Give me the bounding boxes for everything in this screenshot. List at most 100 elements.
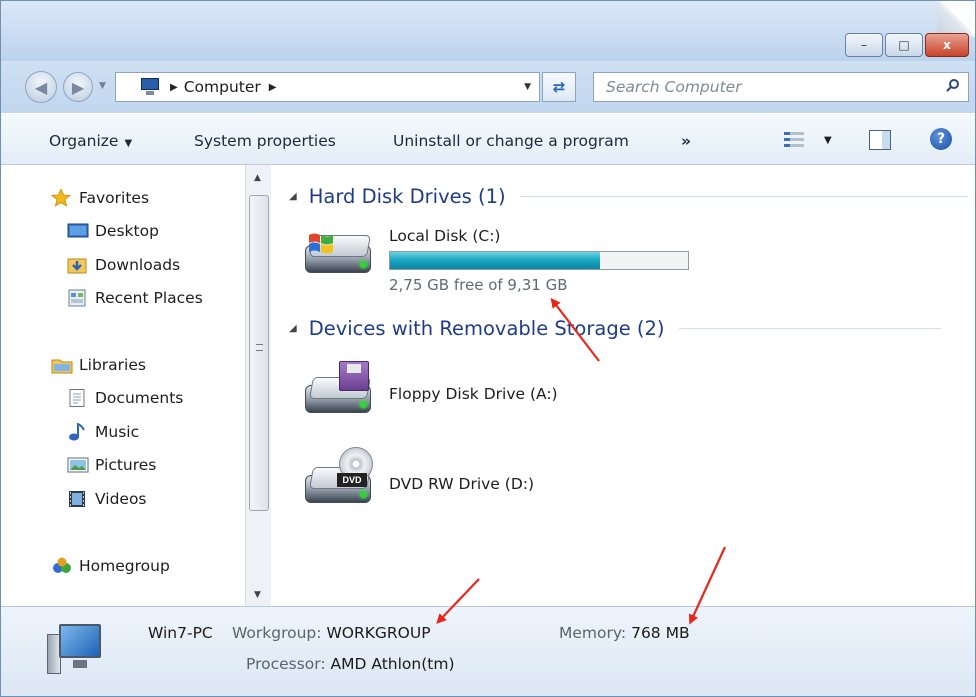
navigation-scrollbar[interactable]: ▲ ▼ xyxy=(245,165,271,606)
breadcrumb-separator-icon[interactable]: ▶ xyxy=(170,82,178,93)
libraries-icon xyxy=(51,356,73,374)
chevron-down-icon: ▼ xyxy=(124,138,133,149)
group-divider xyxy=(519,196,968,197)
drive-usage-fill xyxy=(390,252,601,269)
drive-name: DVD RW Drive (D:) xyxy=(389,475,535,493)
videos-icon xyxy=(67,490,87,508)
sidebar-item-desktop[interactable]: Desktop xyxy=(67,222,159,240)
organize-label: Organize xyxy=(49,132,119,150)
refresh-icon: ⇄ xyxy=(552,78,566,96)
scrollbar-thumb[interactable] xyxy=(249,195,269,511)
star-icon xyxy=(50,187,72,207)
homegroup-icon xyxy=(51,557,71,575)
sidebar-item-label: Recent Places xyxy=(95,289,203,307)
help-icon[interactable]: ? xyxy=(930,128,952,150)
processor-info: Processor: AMD Athlon(tm) xyxy=(246,655,455,673)
search-icon[interactable] xyxy=(945,79,961,95)
desktop-icon xyxy=(67,222,89,240)
forward-arrow-icon: ▶ xyxy=(71,77,85,97)
downloads-folder-icon xyxy=(67,256,87,274)
forward-button[interactable]: ▶ xyxy=(63,72,93,102)
floppy-drive-icon xyxy=(301,361,379,415)
scroll-down-icon[interactable]: ▼ xyxy=(254,590,261,600)
music-icon xyxy=(67,422,87,441)
drive-free-space: 2,75 GB free of 9,31 GB xyxy=(389,276,568,294)
computer-icon xyxy=(138,78,162,96)
scroll-up-icon[interactable]: ▲ xyxy=(254,173,261,183)
computer-icon xyxy=(47,624,105,678)
sidebar-item-videos[interactable]: Videos xyxy=(67,490,147,508)
sidebar-item-label: Music xyxy=(95,423,140,441)
sidebar-item-homegroup[interactable]: Homegroup xyxy=(51,557,170,575)
documents-icon xyxy=(67,389,87,407)
computer-name: Win7-PC xyxy=(148,624,213,642)
sidebar-item-label: Downloads xyxy=(95,256,181,274)
workgroup-info: Workgroup: WORKGROUP xyxy=(232,624,431,642)
pictures-icon xyxy=(67,456,89,474)
dvd-drive-icon: DVD xyxy=(301,447,379,503)
recent-places-icon xyxy=(67,289,87,307)
hard-disk-icon xyxy=(301,227,379,281)
address-bar[interactable]: ▶ Computer ▶ ▼ xyxy=(115,72,540,102)
content-pane: ◢ Hard Disk Drives (1) Local Disk (C:) 2… xyxy=(271,165,975,606)
title-bar: – □ x xyxy=(1,1,975,61)
group-header-hard-disk-drives[interactable]: ◢ Hard Disk Drives (1) xyxy=(289,185,968,208)
close-button[interactable]: x xyxy=(925,33,969,57)
change-view-icon[interactable] xyxy=(784,132,804,148)
sidebar-item-label: Documents xyxy=(95,389,184,407)
address-dropdown-icon[interactable]: ▼ xyxy=(524,82,531,92)
sidebar-item-music[interactable]: Music xyxy=(67,422,140,441)
system-properties-button[interactable]: System properties xyxy=(194,132,336,150)
back-button[interactable]: ◀ xyxy=(25,71,57,103)
workgroup-value: WORKGROUP xyxy=(326,624,431,642)
drive-usage-bar xyxy=(389,251,689,270)
workgroup-label: Workgroup: xyxy=(232,624,322,642)
memory-value: 768 MB xyxy=(631,624,690,642)
sidebar-item-label: Homegroup xyxy=(79,557,170,575)
command-bar: Organize ▼ System properties Uninstall or… xyxy=(1,113,975,165)
sidebar-item-label: Favorites xyxy=(79,189,150,207)
preview-pane-icon[interactable] xyxy=(869,130,891,150)
sidebar-item-recent-places[interactable]: Recent Places xyxy=(67,289,203,307)
organize-menu[interactable]: Organize ▼ xyxy=(49,132,132,150)
sidebar-item-label: Videos xyxy=(95,490,147,508)
more-commands-button[interactable]: » xyxy=(681,132,691,150)
breadcrumb-separator-icon[interactable]: ▶ xyxy=(269,82,277,93)
page-curl-decoration xyxy=(937,1,975,37)
sidebar-item-downloads[interactable]: Downloads xyxy=(67,256,180,274)
processor-label: Processor: xyxy=(246,655,326,673)
details-pane: Win7-PC Workgroup: WORKGROUP Memory: 768… xyxy=(1,606,975,696)
memory-label: Memory: xyxy=(559,624,627,642)
sidebar-item-libraries[interactable]: Libraries xyxy=(51,356,146,374)
drive-name: Floppy Disk Drive (A:) xyxy=(389,385,558,403)
sidebar-item-pictures[interactable]: Pictures xyxy=(67,456,156,474)
group-divider xyxy=(678,328,941,329)
sidebar-item-favorites[interactable]: Favorites xyxy=(50,187,150,207)
minimize-button[interactable]: – xyxy=(845,33,883,57)
group-title: Devices with Removable Storage (2) xyxy=(308,317,665,340)
back-arrow-icon: ◀ xyxy=(34,77,48,97)
navigation-bar: ◀ ▶ ▼ ▶ Computer ▶ ▼ ⇄ Search Computer xyxy=(1,61,975,113)
sidebar-item-label: Pictures xyxy=(95,456,157,474)
memory-info: Memory: 768 MB xyxy=(559,624,690,642)
windows-logo-icon xyxy=(309,233,333,254)
recent-pages-dropdown-icon[interactable]: ▼ xyxy=(99,81,106,91)
uninstall-program-button[interactable]: Uninstall or change a program xyxy=(393,132,629,150)
drive-name: Local Disk (C:) xyxy=(389,227,501,245)
search-box[interactable]: Search Computer xyxy=(593,72,969,102)
search-input[interactable]: Search Computer xyxy=(606,78,742,96)
navigation-pane: Favorites Desktop Downloads Recent Place… xyxy=(1,165,245,606)
window-controls: – □ x xyxy=(845,33,969,57)
view-options-dropdown-icon[interactable]: ▼ xyxy=(824,135,832,146)
maximize-button[interactable]: □ xyxy=(885,33,923,57)
refresh-button[interactable]: ⇄ xyxy=(542,72,576,102)
group-header-removable-storage[interactable]: ◢ Devices with Removable Storage (2) xyxy=(289,317,941,340)
collapse-triangle-icon[interactable]: ◢ xyxy=(289,191,297,202)
sidebar-item-label: Desktop xyxy=(95,222,159,240)
collapse-triangle-icon[interactable]: ◢ xyxy=(289,323,297,334)
group-title: Hard Disk Drives (1) xyxy=(308,185,506,208)
breadcrumb-computer[interactable]: Computer xyxy=(184,78,261,96)
sidebar-item-documents[interactable]: Documents xyxy=(67,389,183,407)
processor-value: AMD Athlon(tm) xyxy=(330,655,455,673)
sidebar-item-label: Libraries xyxy=(79,356,146,374)
